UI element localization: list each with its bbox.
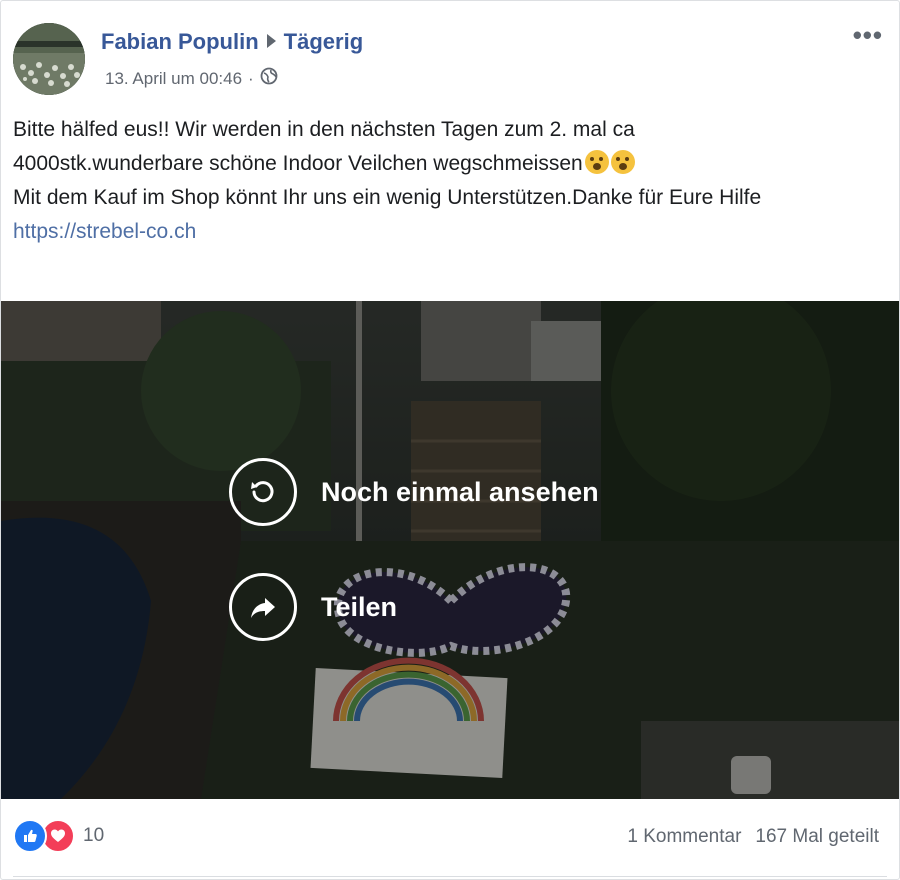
- crying-face-icon: [584, 150, 609, 174]
- post-card: Fabian Populin Tägerig 13. April um 00:46…: [0, 0, 900, 880]
- share-action[interactable]: Teilen: [229, 573, 397, 641]
- post-footer: 10 1 Kommentar 167 Mal geteilt: [1, 801, 899, 877]
- post-text: Bitte hälfed eus!! Wir werden in den näc…: [13, 113, 883, 249]
- video-player[interactable]: Noch einmal ansehen Teilen: [1, 301, 899, 799]
- meta-separator: ·: [248, 68, 254, 88]
- feeling-label[interactable]: Tägerig: [284, 29, 363, 54]
- replay-action[interactable]: Noch einmal ansehen: [229, 458, 599, 526]
- post-timestamp[interactable]: 13. April um 00:46: [105, 69, 242, 89]
- share-label[interactable]: Teilen: [321, 592, 397, 623]
- footer-divider: [13, 876, 887, 877]
- video-end-overlay: [1, 301, 899, 799]
- like-icon: [13, 819, 47, 853]
- post-text-line: Mit dem Kauf im Shop könnt Ihr uns ein w…: [13, 186, 762, 209]
- post-header: Fabian Populin Tägerig: [101, 29, 363, 55]
- post-text-line: Bitte hälfed eus!! Wir werden in den näc…: [13, 118, 635, 141]
- reaction-count[interactable]: 10: [83, 825, 104, 847]
- reactions-summary[interactable]: 10: [13, 819, 104, 853]
- comments-link[interactable]: 1 Kommentar: [627, 826, 741, 847]
- post-meta: 13. April um 00:46 ·: [105, 67, 278, 90]
- post-link[interactable]: https://strebel-co.ch: [13, 220, 196, 243]
- feeling-arrow-icon: [266, 34, 276, 48]
- globe-icon[interactable]: [260, 67, 278, 90]
- crying-face-icon: [610, 150, 635, 174]
- engagement-stats: 1 Kommentar 167 Mal geteilt: [627, 826, 879, 848]
- avatar[interactable]: [13, 23, 85, 95]
- post-text-line-with-emoji: 4000stk.wunderbare schöne Indoor Veilche…: [13, 147, 883, 181]
- replay-label[interactable]: Noch einmal ansehen: [321, 477, 599, 508]
- shares-link[interactable]: 167 Mal geteilt: [755, 826, 879, 847]
- author-name[interactable]: Fabian Populin: [101, 29, 259, 54]
- post-text-line: 4000stk.wunderbare schöne Indoor Veilche…: [13, 152, 583, 175]
- replay-icon[interactable]: [229, 458, 297, 526]
- share-arrow-icon[interactable]: [229, 573, 297, 641]
- more-options-button[interactable]: •••: [853, 22, 883, 48]
